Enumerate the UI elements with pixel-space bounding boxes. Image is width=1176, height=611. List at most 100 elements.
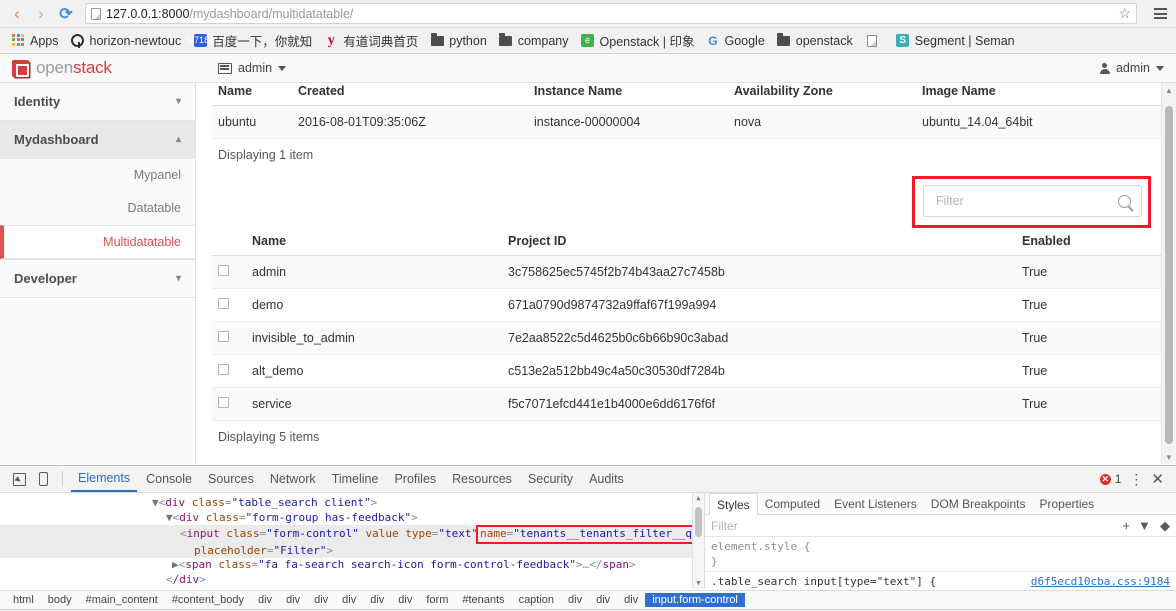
- dom-line[interactable]: ▼<div class="table_search client">: [0, 496, 704, 511]
- breadcrumb-item[interactable]: html: [6, 593, 41, 607]
- disclosure-triangle-icon[interactable]: ▼: [166, 511, 173, 524]
- search-input[interactable]: [934, 193, 1118, 209]
- bookmark-horizon-newtouch[interactable]: horizon-newtouc: [66, 32, 187, 50]
- tab-console[interactable]: Console: [139, 468, 199, 491]
- tab-profiles[interactable]: Profiles: [387, 468, 443, 491]
- style-rule[interactable]: element.style {: [705, 539, 1176, 554]
- style-rule[interactable]: }: [705, 554, 1176, 569]
- breadcrumb-item[interactable]: div: [307, 593, 335, 607]
- tab-audits[interactable]: Audits: [582, 468, 631, 491]
- row-checkbox-cell[interactable]: [212, 321, 246, 355]
- bookmark-openstack-folder[interactable]: openstack: [772, 32, 858, 50]
- bookmark-youdao[interactable]: y 有道词典首页: [319, 29, 423, 52]
- device-toolbar-icon[interactable]: [32, 469, 54, 489]
- scroll-up-arrow-icon[interactable]: ▲: [1162, 83, 1176, 97]
- row-checkbox-cell[interactable]: [212, 288, 246, 322]
- bookmark-company[interactable]: company: [494, 32, 574, 50]
- tab-event-listeners[interactable]: Event Listeners: [827, 493, 924, 514]
- browser-menu-icon[interactable]: [1150, 8, 1170, 19]
- dom-line[interactable]: ▼<div class="form-group has-feedback">: [0, 511, 704, 526]
- close-icon[interactable]: ✕: [1151, 472, 1164, 487]
- scroll-down-arrow-icon[interactable]: ▼: [693, 578, 704, 589]
- breadcrumb-item[interactable]: #content_body: [165, 593, 251, 607]
- sidebar-group-identity[interactable]: Identity ▾: [0, 83, 195, 121]
- row-checkbox-cell[interactable]: [212, 354, 246, 388]
- table-row[interactable]: service f5c7071efcd441e1b4000e6dd6176f6f…: [212, 387, 1162, 421]
- row-checkbox[interactable]: [218, 265, 229, 276]
- breadcrumb-item[interactable]: div: [391, 593, 419, 607]
- tab-security[interactable]: Security: [521, 468, 580, 491]
- breadcrumb-item[interactable]: div: [561, 593, 589, 607]
- column-header-name[interactable]: Name: [212, 83, 292, 106]
- row-checkbox[interactable]: [218, 298, 229, 309]
- breadcrumb-item-selected[interactable]: input.form-control: [645, 593, 745, 607]
- row-checkbox-cell[interactable]: [212, 255, 246, 289]
- scroll-down-arrow-icon[interactable]: ▼: [1162, 450, 1176, 464]
- table-row[interactable]: demo 671a0790d9874732a9ffaf67f199a994 Tr…: [212, 288, 1162, 322]
- table-row[interactable]: alt_demo c513e2a512bb49c4a50c30530df7284…: [212, 354, 1162, 388]
- dom-line-selected-cont[interactable]: placeholder="Filter">: [0, 543, 704, 558]
- styles-filter-input[interactable]: Filter: [711, 519, 1114, 533]
- page-scrollbar[interactable]: ▲ ▼: [1161, 83, 1176, 464]
- tab-resources[interactable]: Resources: [445, 468, 519, 491]
- tab-timeline[interactable]: Timeline: [325, 468, 386, 491]
- breadcrumb-item[interactable]: caption: [512, 593, 561, 607]
- bookmark-google[interactable]: G Google: [701, 32, 769, 50]
- tab-elements[interactable]: Elements: [71, 467, 138, 492]
- sidebar-group-developer[interactable]: Developer ▾: [0, 259, 195, 298]
- style-source-link[interactable]: d6f5ecd10cba.css:9184: [1031, 574, 1170, 589]
- column-header-enabled[interactable]: Enabled: [1016, 228, 1162, 256]
- table-search[interactable]: [923, 185, 1142, 217]
- sidebar-group-mydashboard[interactable]: Mydashboard ▴: [0, 120, 195, 159]
- row-checkbox[interactable]: [218, 331, 229, 342]
- dom-line[interactable]: </div>: [0, 573, 704, 588]
- bookmark-page[interactable]: [860, 32, 889, 50]
- toggle-element-state-icon[interactable]: ◆: [1160, 519, 1170, 532]
- breadcrumb-item[interactable]: form: [419, 593, 455, 607]
- disclosure-triangle-icon[interactable]: ▶: [172, 558, 179, 571]
- scrollbar-thumb[interactable]: [695, 507, 702, 537]
- tab-network[interactable]: Network: [263, 468, 323, 491]
- error-count-badge[interactable]: ✕ 1: [1099, 472, 1121, 486]
- reload-icon[interactable]: ⟳: [54, 4, 78, 24]
- tab-dom-breakpoints[interactable]: DOM Breakpoints: [924, 493, 1033, 514]
- breadcrumb-item[interactable]: div: [335, 593, 363, 607]
- address-bar[interactable]: 127.0.0.1:8000/mydashboard/multidatatabl…: [85, 3, 1137, 24]
- tab-computed[interactable]: Computed: [758, 493, 827, 514]
- column-header-availability-zone[interactable]: Availability Zone: [728, 83, 916, 106]
- breadcrumb-item[interactable]: #main_content: [79, 593, 165, 607]
- new-style-rule-icon[interactable]: +: [1122, 519, 1130, 532]
- search-icon[interactable]: [1118, 194, 1131, 208]
- dom-line-selected[interactable]: <input class="form-control" value type="…: [0, 525, 704, 544]
- style-rule[interactable]: d6f5ecd10cba.css:9184 .table_search inpu…: [705, 574, 1176, 589]
- row-checkbox-cell[interactable]: [212, 387, 246, 421]
- bookmark-segment[interactable]: S Segment | Seman: [891, 32, 1020, 50]
- tab-properties[interactable]: Properties: [1032, 493, 1101, 514]
- column-header-image-name[interactable]: Image Name: [916, 83, 1162, 106]
- forward-button[interactable]: ›: [30, 3, 52, 25]
- dom-tree-scrollbar[interactable]: ▲ ▼: [692, 493, 704, 589]
- back-button[interactable]: ‹: [6, 3, 28, 25]
- scroll-up-arrow-icon[interactable]: ▲: [693, 493, 704, 504]
- bookmark-openstack-evernote[interactable]: e Openstack | 印象: [576, 29, 700, 52]
- dom-line[interactable]: ▶<span class="fa fa-search search-icon f…: [0, 558, 704, 573]
- breadcrumb-item[interactable]: div: [363, 593, 391, 607]
- table-row[interactable]: ubuntu 2016-08-01T09:35:06Z instance-000…: [212, 105, 1162, 139]
- bookmark-apps[interactable]: Apps: [6, 32, 64, 50]
- devtools-more-icon[interactable]: ⋮: [1129, 472, 1143, 486]
- breadcrumb-item[interactable]: div: [617, 593, 645, 607]
- tab-sources[interactable]: Sources: [201, 468, 261, 491]
- breadcrumb-item[interactable]: div: [279, 593, 307, 607]
- tab-styles[interactable]: Styles: [709, 493, 758, 515]
- inspect-element-icon[interactable]: [8, 469, 30, 489]
- table-row[interactable]: invisible_to_admin 7e2aa8522c5d4625b0c6b…: [212, 321, 1162, 355]
- breadcrumb-item[interactable]: div: [251, 593, 279, 607]
- bookmark-star-icon[interactable]: ☆: [1118, 5, 1131, 22]
- column-header-created[interactable]: Created: [292, 83, 528, 106]
- column-header-instance-name[interactable]: Instance Name: [528, 83, 728, 106]
- sidebar-item-mypanel[interactable]: Mypanel: [0, 159, 195, 192]
- sidebar-item-multidatatable[interactable]: Multidatatable: [0, 225, 195, 259]
- openstack-logo[interactable]: openstack: [12, 58, 208, 78]
- column-header-name[interactable]: Name: [246, 228, 502, 256]
- user-menu[interactable]: admin: [1099, 61, 1164, 75]
